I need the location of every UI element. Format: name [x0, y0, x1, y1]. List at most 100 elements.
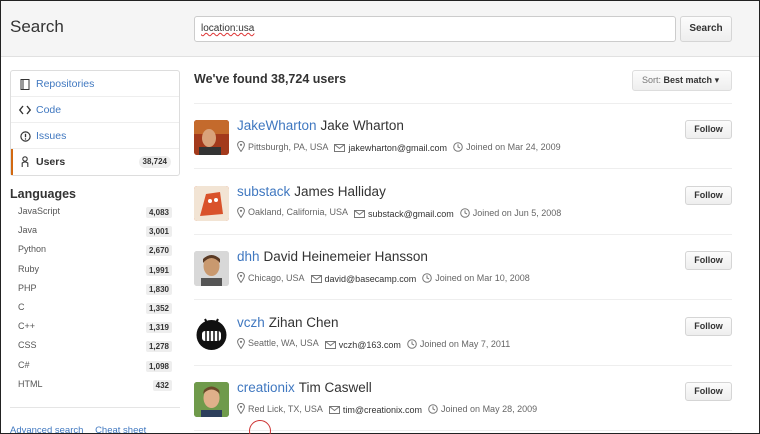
- user-email[interactable]: vczh@163.com: [339, 340, 401, 350]
- language-item[interactable]: HTML 432: [10, 375, 180, 394]
- user-login[interactable]: dhh: [237, 249, 260, 264]
- filter-repositories[interactable]: Repositories: [11, 71, 179, 97]
- filter-users[interactable]: Users 38,724: [11, 149, 179, 175]
- user-joined: Joined on Mar 10, 2008: [435, 273, 530, 283]
- language-count: 1,991: [145, 264, 172, 276]
- language-filter-list: JavaScript 4,083 Java 3,001 Python 2,670 Ru…: [10, 202, 180, 394]
- user-fullname: Tim Caswell: [298, 380, 372, 395]
- clock-icon: [453, 142, 466, 152]
- person-icon: [19, 149, 31, 175]
- user-joined: Joined on Mar 24, 2009: [466, 142, 561, 152]
- search-type-menu: Repositories Code Issues Users 38,724: [10, 70, 180, 176]
- user-email[interactable]: jakewharton@gmail.com: [348, 143, 447, 153]
- sidebar-divider: [10, 407, 180, 408]
- mail-icon: [310, 275, 325, 283]
- user-fullname: James Halliday: [294, 183, 386, 199]
- user-fullname: Jake Wharton: [320, 118, 404, 133]
- code-icon: [19, 97, 31, 123]
- user-login-link[interactable]: creationix Tim Caswell: [237, 380, 372, 395]
- search-button[interactable]: Search: [680, 16, 732, 42]
- language-item[interactable]: C 1,352: [10, 298, 180, 317]
- user-meta: Chicago, USA david@basecamp.com Joined on …: [237, 272, 536, 285]
- follow-button[interactable]: Follow: [685, 316, 732, 336]
- user-list-item: creationix Tim Caswell Red Lick, TX, USA ti…: [194, 366, 732, 431]
- user-login-link[interactable]: vczh Zihan Chen: [237, 315, 339, 330]
- user-login[interactable]: creationix: [237, 380, 295, 395]
- language-count: 1,830: [145, 283, 172, 295]
- filter-issues[interactable]: Issues: [11, 123, 179, 149]
- filter-label: Code: [36, 104, 62, 116]
- avatar[interactable]: [194, 382, 229, 417]
- avatar[interactable]: [194, 120, 229, 155]
- results-count-heading: We've found 38,724 users: [194, 72, 347, 86]
- language-name: Python: [18, 244, 47, 255]
- mail-icon: [328, 406, 343, 414]
- language-count: 1,319: [145, 322, 172, 334]
- user-location: Chicago, USA: [248, 272, 305, 283]
- location-icon: [237, 337, 248, 349]
- avatar[interactable]: [194, 185, 229, 221]
- mail-icon: [324, 340, 339, 349]
- filter-code[interactable]: Code: [11, 97, 179, 123]
- location-icon: [237, 403, 248, 414]
- user-email[interactable]: david@basecamp.com: [325, 274, 417, 284]
- page-title: Search: [10, 17, 64, 36]
- language-name: C: [18, 301, 25, 312]
- language-item[interactable]: Python 2,670: [10, 240, 180, 259]
- user-login-link[interactable]: JakeWharton Jake Wharton: [237, 118, 404, 133]
- language-item[interactable]: Ruby 1,991: [10, 260, 180, 279]
- cheat-sheet-link[interactable]: Cheat sheet: [95, 425, 146, 434]
- user-list-item: vczh Zihan Chen Seattle, WA, USA vczh@163.c…: [194, 301, 732, 366]
- user-list-item: dhh David Heinemeier Hansson Chicago, USA d…: [194, 235, 732, 300]
- follow-button[interactable]: Follow: [685, 120, 732, 139]
- location-icon: [237, 141, 248, 152]
- user-login[interactable]: JakeWharton: [237, 118, 317, 133]
- language-name: PHP: [18, 282, 37, 293]
- filter-label: Users: [36, 156, 66, 168]
- avatar[interactable]: [194, 316, 229, 352]
- follow-button[interactable]: Follow: [685, 185, 732, 205]
- language-name: CSS: [18, 340, 37, 351]
- user-login[interactable]: substack: [237, 184, 290, 199]
- language-item[interactable]: CSS 1,278: [10, 336, 180, 355]
- mail-icon: [354, 209, 368, 218]
- filter-label: Issues: [36, 130, 67, 142]
- user-email[interactable]: substack@gmail.com: [368, 209, 454, 219]
- user-location: Pittsburgh, PA, USA: [248, 141, 329, 152]
- language-name: C++: [18, 321, 36, 332]
- location-icon: [237, 206, 248, 218]
- search-input[interactable]: location:usa: [194, 16, 676, 42]
- follow-button[interactable]: Follow: [685, 251, 732, 270]
- mail-icon: [334, 144, 348, 152]
- user-login-link[interactable]: substack James Halliday: [237, 184, 386, 199]
- user-list-item: JakeWharton Jake Wharton Pittsburgh, PA, U…: [194, 104, 732, 169]
- follow-button[interactable]: Follow: [685, 382, 732, 401]
- user-location: Oakland, California, USA: [248, 207, 349, 217]
- sort-prefix: Sort:: [642, 75, 662, 85]
- user-login-link[interactable]: dhh David Heinemeier Hansson: [237, 249, 428, 264]
- search-query-text: location:usa: [201, 23, 255, 34]
- language-item[interactable]: C++ 1,319: [10, 317, 180, 336]
- language-count: 1,278: [145, 341, 172, 353]
- language-item[interactable]: C# 1,098: [10, 356, 180, 375]
- sidebar-footer-links: Advanced search Cheat sheet: [10, 425, 155, 434]
- language-item[interactable]: Java 3,001: [10, 221, 180, 240]
- language-item[interactable]: JavaScript 4,083: [10, 202, 180, 221]
- language-item[interactable]: PHP 1,830: [10, 279, 180, 298]
- user-joined: Joined on May 7, 2011: [419, 338, 511, 349]
- avatar[interactable]: [194, 251, 229, 286]
- user-login[interactable]: vczh: [237, 315, 265, 330]
- user-meta: Pittsburgh, PA, USA jakewharton@gmail.com…: [237, 141, 567, 154]
- language-count: 1,098: [145, 360, 172, 372]
- user-joined: Joined on Jun 5, 2008: [472, 207, 562, 218]
- repo-icon: [19, 71, 31, 97]
- user-meta: Seattle, WA, USA vczh@163.com Joined on Ma…: [237, 337, 516, 351]
- location-icon: [237, 272, 248, 283]
- user-location: Red Lick, TX, USA: [248, 403, 323, 414]
- clock-icon: [459, 207, 473, 218]
- language-name: Ruby: [18, 263, 40, 274]
- language-name: HTML: [18, 378, 43, 389]
- user-email[interactable]: tim@creationix.com: [343, 405, 422, 415]
- advanced-search-link[interactable]: Advanced search: [10, 425, 83, 434]
- sort-dropdown[interactable]: Sort: Best match ▾: [632, 70, 732, 91]
